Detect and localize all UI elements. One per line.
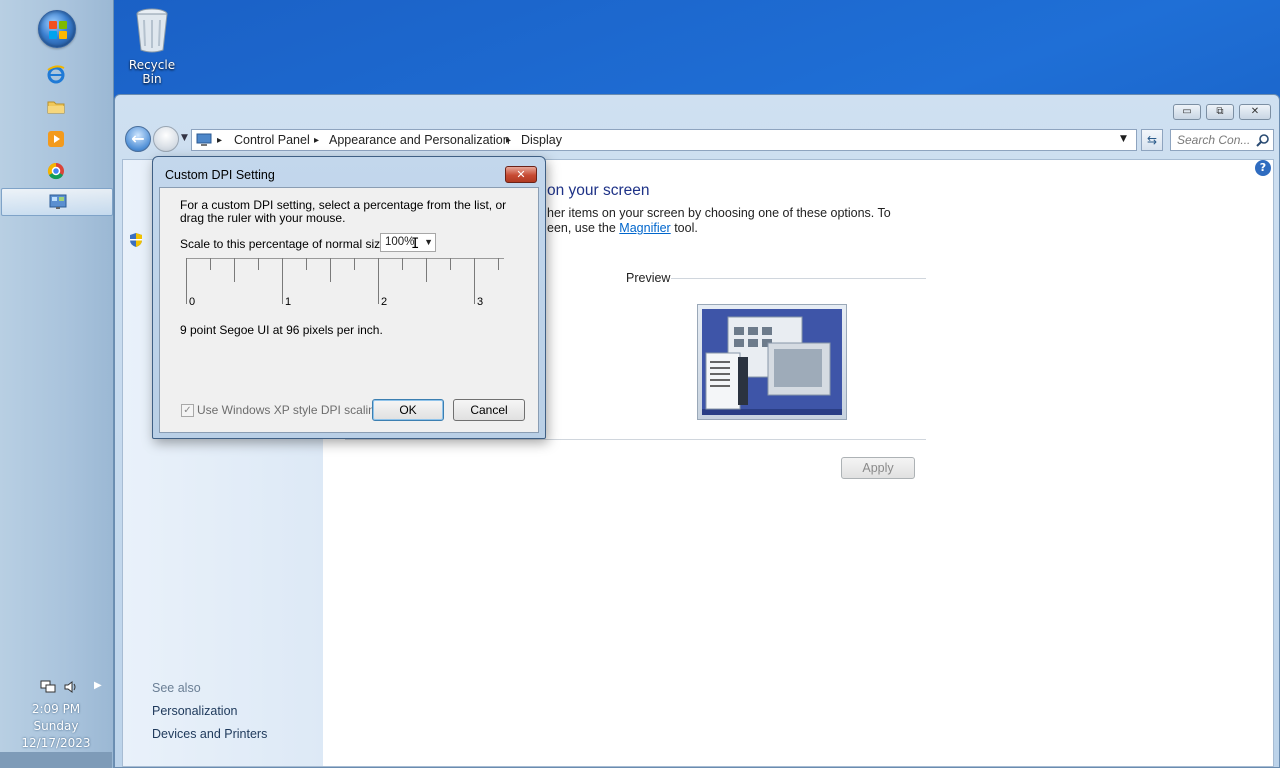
cancel-button[interactable]: Cancel (453, 399, 525, 421)
minimize-button[interactable]: ▭ (1173, 104, 1201, 120)
address-bar[interactable]: ▸ Control Panel ▸ Appearance and Persona… (191, 129, 1137, 151)
breadcrumb-separator-icon[interactable]: ▸ (506, 135, 511, 146)
address-dropdown-icon[interactable]: ▼ (1120, 134, 1127, 144)
chrome-icon[interactable] (46, 161, 66, 181)
taskbar-item-control-panel[interactable] (1, 188, 113, 216)
ruler-label-3: 3 (477, 296, 484, 308)
refresh-icon[interactable]: ⇆ (1141, 129, 1163, 151)
internet-explorer-icon[interactable] (46, 64, 66, 84)
recycle-bin-label: Recycle Bin (128, 58, 176, 86)
breadcrumb-control-panel[interactable]: Control Panel (234, 133, 310, 147)
display-preview-icon (702, 309, 842, 415)
xp-scaling-checkbox[interactable]: ✓ (181, 404, 194, 417)
show-hidden-icons-icon[interactable]: ▶ (94, 680, 104, 694)
media-player-icon[interactable] (46, 129, 66, 149)
dialog-title: Custom DPI Setting (165, 168, 275, 182)
network-icon[interactable] (40, 680, 56, 694)
windows-logo-icon (49, 21, 67, 39)
breadcrumb-appearance[interactable]: Appearance and Personalization (329, 133, 510, 147)
preview-label: Preview (626, 271, 671, 285)
taskbar: ▶ 2:09 PM Sunday 12/17/2023 (0, 0, 114, 768)
dialog-body: For a custom DPI setting, select a perce… (159, 187, 539, 433)
chevron-down-icon[interactable]: ▼ (424, 237, 433, 247)
breadcrumb-display[interactable]: Display (521, 133, 562, 147)
see-also-heading: See also (152, 681, 201, 695)
xp-scaling-label: Use Windows XP style DPI scaling (197, 403, 382, 417)
shield-icon (129, 232, 143, 248)
start-button[interactable] (38, 10, 76, 48)
scale-percentage-value: 100% (385, 236, 415, 248)
back-button[interactable]: ← (125, 126, 151, 152)
text-cursor-icon: I (411, 236, 420, 252)
search-icon[interactable] (1256, 133, 1270, 147)
font-info-text: 9 point Segoe UI at 96 pixels per inch. (180, 323, 383, 337)
preview-image (697, 304, 847, 420)
breadcrumb-separator-icon[interactable]: ▸ (217, 135, 222, 146)
scale-percentage-combo[interactable]: 100% ▼ (380, 233, 436, 252)
description-line-2: een, use the Magnifier tool. (547, 221, 698, 235)
close-window-button[interactable]: ✕ (1239, 104, 1271, 120)
volume-icon[interactable] (63, 680, 79, 694)
dialog-close-button[interactable]: ✕ (505, 166, 537, 183)
personalization-link[interactable]: Personalization (152, 704, 237, 718)
show-desktop-button[interactable] (0, 752, 112, 768)
ruler-label-2: 2 (381, 296, 388, 308)
instructions-line-2: drag the ruler with your mouse. (180, 211, 346, 225)
clock-day: Sunday (33, 719, 79, 733)
apply-button[interactable]: Apply (841, 457, 915, 479)
scale-label: Scale to this percentage of normal size: (180, 237, 391, 251)
description-line-1: her items on your screen by choosing one… (547, 206, 891, 220)
recycle-bin-shortcut[interactable]: Recycle Bin (120, 6, 184, 86)
apply-divider (345, 439, 926, 440)
devices-printers-link[interactable]: Devices and Printers (152, 727, 267, 741)
magnifier-link[interactable]: Magnifier (619, 221, 670, 235)
custom-dpi-dialog: Custom DPI Setting ✕ For a custom DPI se… (152, 156, 546, 439)
ok-button[interactable]: OK (372, 399, 444, 421)
control-panel-icon (49, 194, 67, 209)
forward-button[interactable] (153, 126, 179, 152)
ruler-label-0: 0 (189, 296, 196, 308)
restore-button[interactable]: ⧉ (1206, 104, 1234, 120)
clock-date: 12/17/2023 (21, 736, 91, 750)
help-icon[interactable]: ? (1255, 160, 1271, 176)
recycle-bin-icon (136, 8, 168, 53)
breadcrumb-separator-icon[interactable]: ▸ (314, 135, 319, 146)
preview-divider (671, 278, 926, 279)
instructions-line-1: For a custom DPI setting, select a perce… (180, 198, 507, 212)
recent-pages-chevron-icon[interactable]: ▼ (181, 133, 188, 143)
clock-time[interactable]: 2:09 PM (0, 702, 112, 716)
page-heading: on your screen (547, 182, 650, 199)
close-icon: ✕ (516, 168, 526, 181)
computer-icon (196, 133, 212, 147)
folder-icon[interactable] (46, 97, 66, 117)
ruler-label-1: 1 (285, 296, 292, 308)
dpi-ruler[interactable]: 0 1 2 3 (186, 258, 506, 310)
